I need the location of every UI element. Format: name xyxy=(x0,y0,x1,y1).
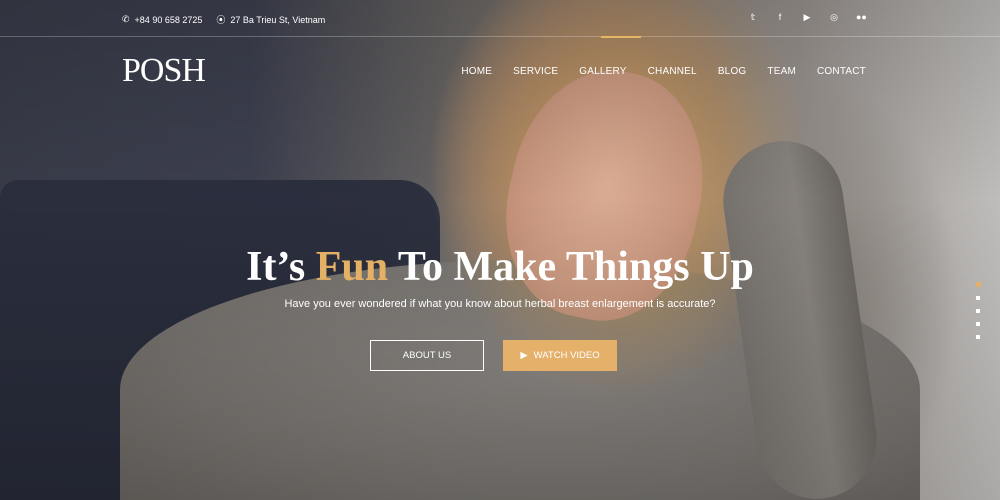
phone-number: +84 90 658 2725 xyxy=(134,14,203,25)
slider-dot-1[interactable] xyxy=(976,282,981,287)
nav-active-indicator xyxy=(601,36,641,38)
slider-dots xyxy=(976,282,981,339)
slider-dot-2[interactable] xyxy=(976,296,980,300)
nav-team[interactable]: TEAM xyxy=(767,66,796,77)
headline-accent: Fun xyxy=(315,244,389,290)
about-us-button[interactable]: ABOUT US xyxy=(370,340,484,371)
watch-video-label: WATCH VIDEO xyxy=(533,350,600,361)
twitter-icon[interactable]: 𝕥 xyxy=(748,12,758,23)
nav-contact[interactable]: CONTACT xyxy=(817,66,866,77)
nav-home[interactable]: HOME xyxy=(461,66,492,77)
nav-channel[interactable]: CHANNEL xyxy=(648,66,697,77)
main-nav: HOME SERVICE GALLERY CHANNEL BLOG TEAM C… xyxy=(461,66,866,77)
phone-icon: ✆ xyxy=(122,14,130,24)
top-bar: ✆ +84 90 658 2725 ⦿ 27 Ba Trieu St, Viet… xyxy=(0,0,1000,37)
headline-part1: It’s xyxy=(246,244,316,290)
logo[interactable]: POSH xyxy=(122,52,206,90)
address-item[interactable]: ⦿ 27 Ba Trieu St, Vietnam xyxy=(216,13,325,26)
nav-service[interactable]: SERVICE xyxy=(513,66,558,77)
phone-item[interactable]: ✆ +84 90 658 2725 xyxy=(122,13,202,26)
headline-part2: To Make Things Up xyxy=(388,244,754,290)
youtube-icon[interactable]: ▶ xyxy=(802,12,812,23)
slider-dot-5[interactable] xyxy=(976,335,980,339)
nav-gallery[interactable]: GALLERY xyxy=(579,66,626,77)
contact-info: ✆ +84 90 658 2725 ⦿ 27 Ba Trieu St, Viet… xyxy=(122,13,325,26)
hero-headline: It’s Fun To Make Things Up xyxy=(0,243,1000,291)
nav-blog[interactable]: BLOG xyxy=(718,66,747,77)
address-text: 27 Ba Trieu St, Vietnam xyxy=(230,14,326,25)
slider-dot-4[interactable] xyxy=(976,322,980,326)
about-us-label: ABOUT US xyxy=(402,350,452,361)
flickr-icon[interactable]: ●● xyxy=(856,12,867,23)
social-links: 𝕥 f ▶ ◎ ●● xyxy=(748,12,867,23)
hero-section: ✆ +84 90 658 2725 ⦿ 27 Ba Trieu St, Viet… xyxy=(0,0,1000,500)
watch-video-button[interactable]: ▶ WATCH VIDEO xyxy=(503,340,617,371)
slider-dot-3[interactable] xyxy=(976,309,980,313)
hero-subtitle: Have you ever wondered if what you know … xyxy=(284,298,716,310)
play-icon: ▶ xyxy=(520,350,528,361)
map-pin-icon: ⦿ xyxy=(216,15,226,25)
facebook-icon[interactable]: f xyxy=(775,12,785,23)
instagram-icon[interactable]: ◎ xyxy=(829,12,839,23)
